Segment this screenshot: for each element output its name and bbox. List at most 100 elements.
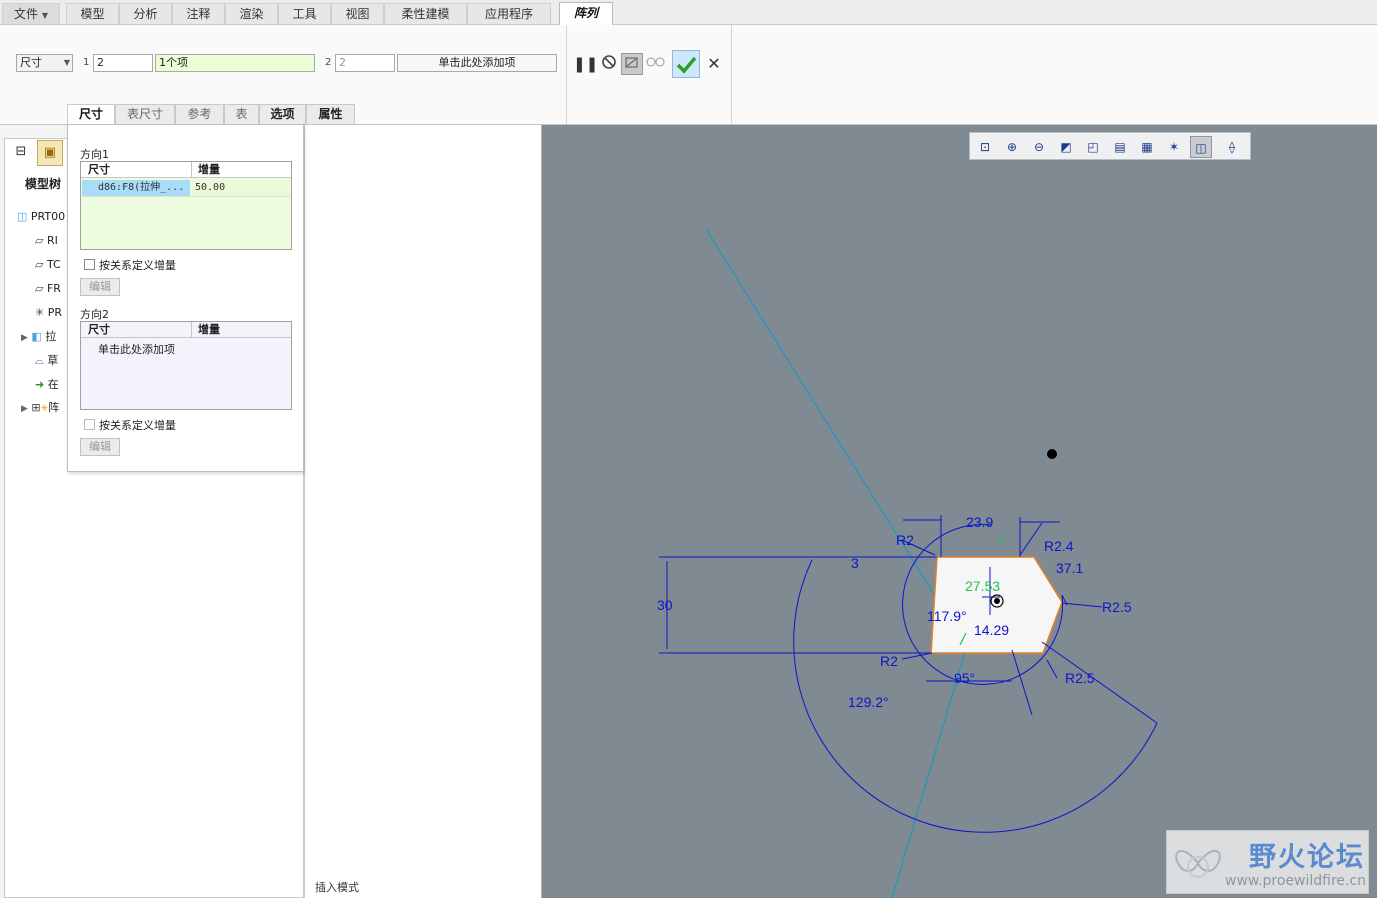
relation-label-1: 按关系定义增量 — [99, 259, 176, 272]
menu-tab-annotate[interactable]: 注释 — [172, 3, 225, 24]
subtab-options[interactable]: 选项 — [259, 104, 306, 124]
menu-tab-analysis[interactable]: 分析 — [119, 3, 172, 24]
refit-icon[interactable]: ⊡ — [974, 136, 996, 158]
relation-checkbox-1[interactable] — [84, 259, 95, 270]
watermark-title: 野火论坛 — [1249, 842, 1365, 873]
tree-item-top-plane[interactable]: ▱ TC — [35, 257, 61, 273]
direction1-label: 方向1 — [80, 148, 109, 161]
relation-checkbox-2[interactable] — [84, 419, 95, 430]
tree-item-insert-here[interactable]: ➜ 在 — [35, 377, 59, 393]
tree-item-extrude[interactable]: ▶ ◧ 拉 — [21, 329, 56, 345]
datum-plane-icon: ▱ — [35, 234, 44, 247]
tree-item-label: 在 — [47, 378, 59, 391]
edit-button-2[interactable]: 编辑 — [80, 438, 120, 456]
cancel-circle-icon — [602, 55, 616, 69]
tree-item-csys[interactable]: ✳ PR — [35, 305, 62, 321]
tree-item-front-plane[interactable]: ▱ FR — [35, 281, 61, 297]
menu-tab-model[interactable]: 模型 — [66, 3, 119, 24]
direction1-table: 尺寸 增量 d86:F8(拉伸_... 50.00 — [80, 161, 292, 250]
pause-icon[interactable]: ❚❚ — [572, 53, 598, 75]
close-icon[interactable]: ✕ — [703, 53, 725, 75]
saved-views-icon[interactable]: ▤ — [1109, 136, 1131, 158]
model-tree-tab-label[interactable]: 模型树 — [25, 175, 61, 192]
subtab-dimensions[interactable]: 尺寸 — [67, 104, 115, 125]
preview-geometry-button[interactable] — [621, 53, 643, 75]
extrude-icon: ◧ — [31, 330, 42, 343]
menu-file-label: 文件 — [14, 7, 39, 21]
table-row-dimension[interactable]: d86:F8(拉伸_... — [82, 180, 190, 196]
subtab-properties[interactable]: 属性 — [306, 104, 355, 124]
row-divider — [82, 196, 290, 197]
menu-tab-applications[interactable]: 应用程序 — [467, 3, 551, 24]
status-text: 插入模式 — [315, 881, 359, 894]
direction2-table: 尺寸 增量 单击此处添加项 — [80, 321, 292, 410]
model-tree-tab-icon[interactable]: ⊟ — [9, 141, 33, 165]
watermark-logo-icon — [1175, 849, 1221, 878]
dim-r2-top: R2 — [896, 532, 914, 548]
menu-file[interactable]: 文件 ▼ — [2, 3, 60, 24]
tree-item-label: 草 — [47, 354, 59, 367]
tree-item-label: PRT00 — [30, 210, 66, 223]
sketch-profile[interactable] — [930, 556, 1063, 654]
column-divider — [191, 322, 192, 337]
menu-tab-render[interactable]: 渲染 — [225, 3, 278, 24]
datum-plane-icon: ▱ — [35, 258, 44, 271]
dir1-count-input[interactable]: 2 — [93, 54, 153, 72]
graphics-window[interactable]: 23.9 R2 R2.4 3 37.1 27.53 30 117.9° 14.2… — [542, 125, 1377, 898]
dir2-count-input[interactable]: 2 — [335, 54, 395, 72]
datum-display-icon[interactable]: ✶ — [1163, 136, 1185, 158]
tree-item-pattern[interactable]: ▶ ⊞✳阵 — [21, 400, 59, 416]
col-increment-header: 增量 — [198, 323, 220, 336]
center-dot — [994, 598, 1000, 604]
confirm-button[interactable] — [672, 50, 700, 78]
direction2-add-item[interactable]: 单击此处添加项 — [98, 341, 175, 357]
pivot-point[interactable] — [1047, 449, 1057, 459]
insert-arrow-icon: ➜ — [35, 378, 45, 391]
display-style-icon[interactable]: ◰ — [1082, 136, 1104, 158]
dim-r2-4: R2.4 — [1044, 538, 1074, 554]
tree-item-right-plane[interactable]: ▱ RI — [35, 233, 58, 249]
ribbon-divider — [566, 25, 567, 124]
tree-item-label: FR — [46, 282, 61, 295]
sketch-view-icon[interactable]: ◫ — [1190, 136, 1212, 158]
menu-tab-flexible-modeling[interactable]: 柔性建模 — [384, 3, 467, 24]
folder-browser-icon[interactable]: ▣ — [37, 140, 63, 166]
dir1-items-field[interactable]: 1个项 — [155, 54, 315, 72]
watermark-url: www.proewildfire.cn — [1225, 873, 1367, 889]
repaint-icon[interactable]: ◩ — [1055, 136, 1077, 158]
glasses-icon[interactable] — [645, 53, 667, 75]
view-manager-icon[interactable]: ▦ — [1136, 136, 1158, 158]
pattern-type-select[interactable]: 尺寸 ▼ — [16, 54, 73, 72]
tree-item-part[interactable]: ◫ PRT00 — [17, 209, 65, 225]
table-row-increment[interactable]: 50.00 — [192, 180, 290, 196]
relation-label-2: 按关系定义增量 — [99, 419, 176, 432]
col-dimension-header: 尺寸 — [88, 323, 110, 336]
edit-button-1[interactable]: 编辑 — [80, 278, 120, 296]
expand-arrow-icon: ▶ — [21, 404, 28, 414]
dim-14-29: 14.29 — [974, 622, 1009, 638]
direction2-table-header: 尺寸 增量 — [81, 322, 291, 338]
zoom-in-icon[interactable]: ⊕ — [1001, 136, 1023, 158]
menu-tab-pattern[interactable]: 阵列 — [559, 2, 613, 25]
tree-item-sketch[interactable]: ⌓ 草 — [35, 353, 58, 369]
zoom-out-icon[interactable]: ⊖ — [1028, 136, 1050, 158]
dim-23-9: 23.9 — [966, 514, 993, 530]
verify-glasses-icon — [646, 57, 665, 67]
subtab-references[interactable]: 参考 — [175, 104, 224, 124]
col-increment-header: 增量 — [198, 163, 220, 176]
dir2-add-item-field[interactable]: 单击此处添加项 — [397, 54, 557, 72]
menu-tab-view[interactable]: 视图 — [331, 3, 384, 24]
menu-tab-tools[interactable]: 工具 — [278, 3, 331, 24]
tree-item-label: PR — [47, 306, 62, 319]
ribbon-divider — [731, 25, 732, 124]
no-preview-button[interactable] — [598, 53, 620, 75]
subtab-table[interactable]: 表 — [224, 104, 259, 124]
direction2-label: 方向2 — [80, 308, 109, 321]
dim-95: 95° — [954, 670, 975, 686]
dir1-number: 1 — [83, 57, 90, 68]
sketch-canvas: 23.9 R2 R2.4 3 37.1 27.53 30 117.9° 14.2… — [657, 228, 1158, 898]
dim-27-53: 27.53 — [965, 578, 1000, 594]
sketch-display-icon[interactable]: ⟠ — [1221, 136, 1243, 158]
check-icon — [676, 56, 697, 74]
subtab-table-dimensions[interactable]: 表尺寸 — [115, 104, 175, 124]
